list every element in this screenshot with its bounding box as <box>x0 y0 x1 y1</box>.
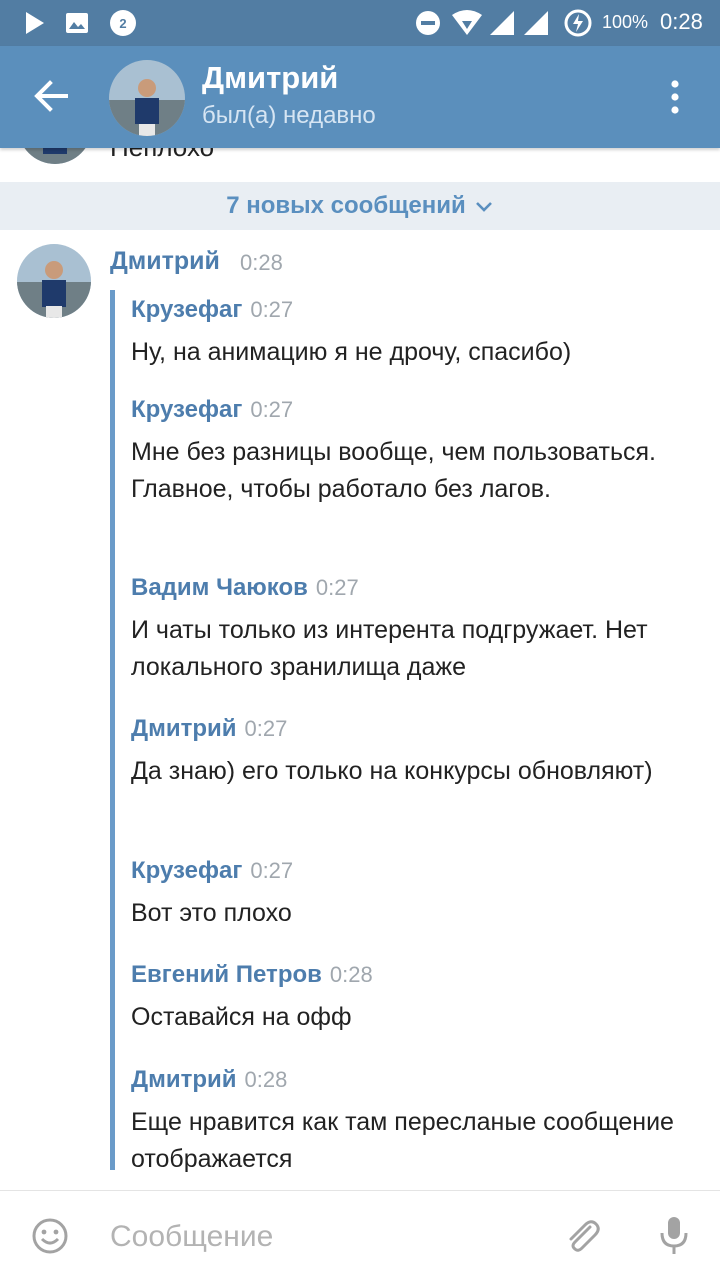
forwarded-text: Вот это плохо <box>131 899 292 927</box>
arrow-left-icon <box>34 80 68 112</box>
forwarded-message: Дмитрий 0:28 Еще нравится как там пересла… <box>131 1066 701 1178</box>
forwarded-sender[interactable]: Дмитрий <box>131 1066 237 1093</box>
forwarded-text: Да знаю) его только на конкурсы обновляю… <box>131 757 653 785</box>
microphone-button[interactable] <box>657 1213 691 1259</box>
message-text: Неплохо <box>110 148 214 163</box>
avatar[interactable] <box>109 60 185 136</box>
forwarded-message: Крузефаг 0:27 Вот это плохо <box>131 857 701 932</box>
forwarded-time: 0:28 <box>329 962 373 987</box>
signal-icon <box>488 0 516 46</box>
forwarded-sender[interactable]: Крузефаг <box>131 396 242 423</box>
battery-percentage: 100% <box>602 12 649 32</box>
forwarded-time: 0:27 <box>250 397 294 422</box>
forwarded-sender[interactable]: Вадим Чаюков <box>131 574 308 601</box>
notification-icon: 2 <box>108 0 138 46</box>
attach-button[interactable] <box>560 1213 604 1257</box>
forwarded-text: Мне без разницы вообще, чем пользоваться… <box>131 438 656 503</box>
status-clock: 0:28 <box>660 9 703 34</box>
forwarded-time: 0:27 <box>250 858 294 883</box>
last-seen-status: был(а) недавно <box>202 102 376 129</box>
smiley-icon <box>32 1218 68 1254</box>
forwarded-message: Вадим Чаюков 0:27 И чаты только из интере… <box>131 574 701 686</box>
back-button[interactable] <box>26 71 76 121</box>
forwarded-message: Дмитрий 0:27 Да знаю) его только на конку… <box>131 715 701 790</box>
forwarded-text: И чаты только из интерента подгружает. Н… <box>131 616 648 681</box>
message-sender[interactable]: Дмитрий <box>110 247 220 276</box>
forwarded-time: 0:27 <box>250 297 294 322</box>
forwarded-message: Евгений Петров 0:28 Оставайся на офф <box>131 961 701 1036</box>
forwarded-text: Оставайся на офф <box>131 1003 352 1031</box>
do-not-disturb-icon <box>414 0 442 46</box>
more-vertical-icon <box>671 80 679 114</box>
message-composer <box>0 1190 720 1281</box>
avatar[interactable] <box>17 244 91 318</box>
message-input[interactable] <box>110 1217 530 1257</box>
forwarded-message: Крузефаг 0:27 Ну, на анимацию я не дрочу,… <box>131 296 701 371</box>
paperclip-icon <box>569 1220 600 1252</box>
forwarded-text: Еще нравится как там пересланые сообщени… <box>131 1108 674 1173</box>
more-menu-button[interactable] <box>660 72 690 122</box>
signal-icon <box>522 0 550 46</box>
chat-header: Дмитрий был(а) недавно <box>0 46 720 148</box>
status-bar: 2 100% 0:28 <box>0 0 720 46</box>
forwarded-time: 0:27 <box>315 575 359 600</box>
forwarded-sender[interactable]: Крузефаг <box>131 857 242 884</box>
message-time: 0:28 <box>240 250 283 275</box>
avatar[interactable] <box>18 148 92 164</box>
previous-message: Неплохо <box>0 148 720 182</box>
new-messages-divider[interactable]: 7 новых сообщений <box>0 182 720 230</box>
forwarded-text: Ну, на анимацию я не дрочу, спасибо) <box>131 338 572 366</box>
microphone-icon <box>660 1217 688 1254</box>
forwarded-sender[interactable]: Дмитрий <box>131 715 237 742</box>
new-messages-label: 7 новых сообщений <box>226 192 466 219</box>
forwarded-quote-bar <box>110 290 115 1170</box>
chevron-down-icon <box>474 200 494 214</box>
play-icon <box>22 0 48 46</box>
emoji-button[interactable] <box>30 1216 70 1256</box>
chat-title[interactable]: Дмитрий <box>202 60 338 96</box>
notification-badge: 2 <box>119 16 126 31</box>
wifi-icon <box>450 0 484 46</box>
battery-charging-icon <box>564 0 592 46</box>
forwarded-sender[interactable]: Евгений Петров <box>131 961 322 988</box>
image-icon <box>64 0 90 46</box>
forwarded-time: 0:28 <box>244 1067 288 1092</box>
forwarded-sender[interactable]: Крузефаг <box>131 296 242 323</box>
forwarded-message: Крузефаг 0:27 Мне без разницы вообще, чем… <box>131 396 701 508</box>
forwarded-time: 0:27 <box>244 716 288 741</box>
